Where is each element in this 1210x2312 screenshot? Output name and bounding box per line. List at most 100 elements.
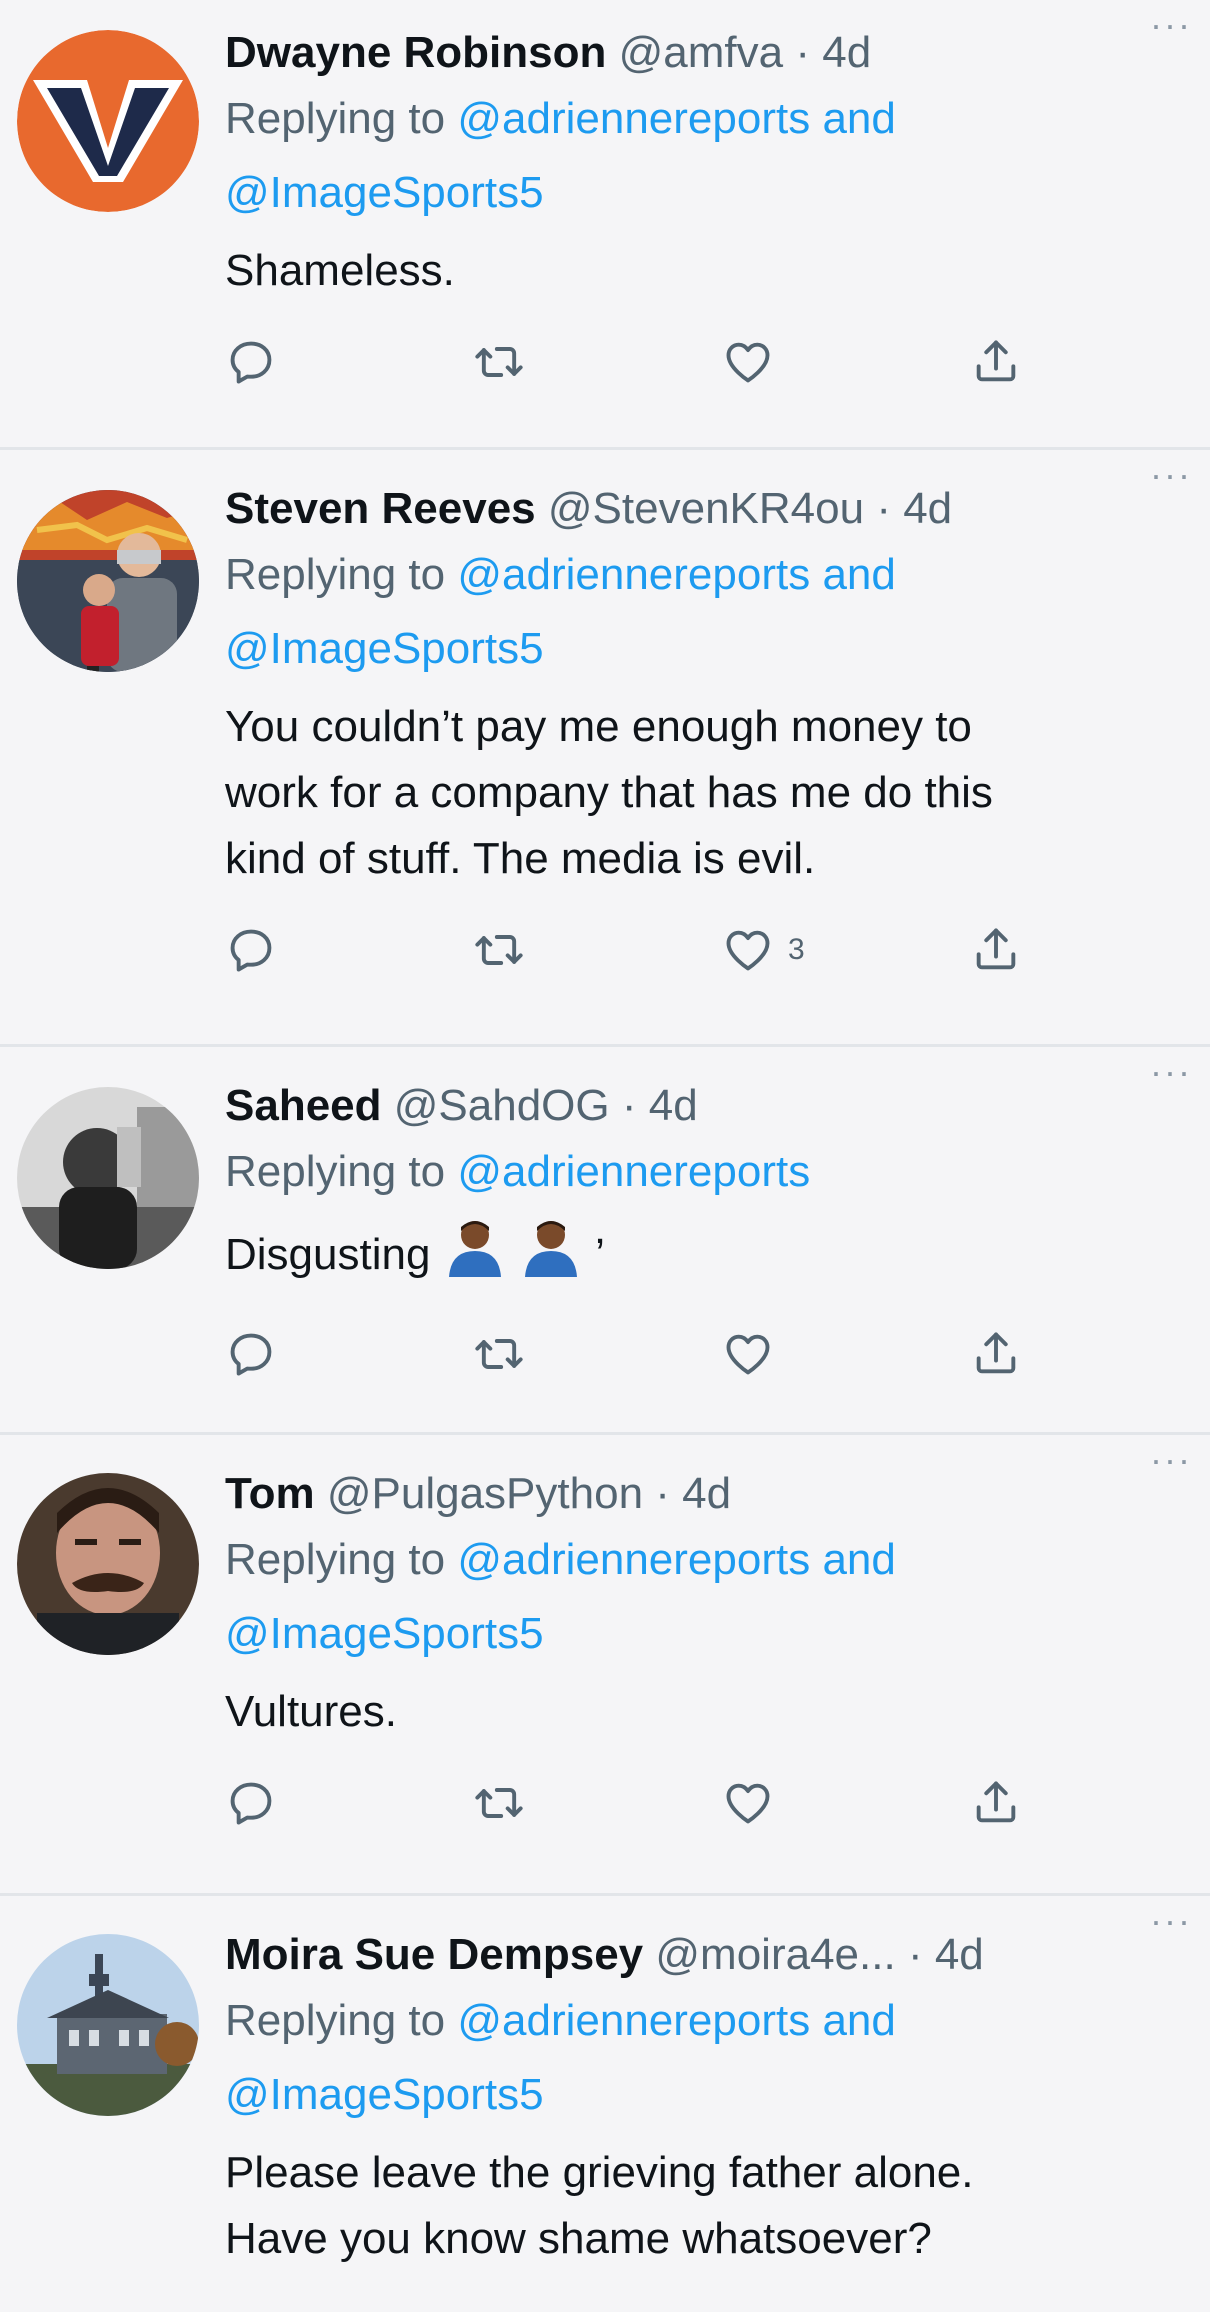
share-button[interactable] [970,920,1022,980]
display-name[interactable]: Moira Sue Dempsey [225,1930,643,1979]
tweet-text-line: work for a company that has me do this [225,768,993,817]
user-handle[interactable]: @moira4e... [655,1930,895,1979]
replying-to: Replying to @adriennereports and @ImageS… [225,1984,1170,2132]
timestamp[interactable]: 4d [682,1469,731,1518]
display-name[interactable]: Steven Reeves [225,484,536,533]
reply-icon [225,1777,277,1829]
share-icon [970,336,1022,388]
replying-prefix: Replying to [225,1147,458,1196]
separator-dot: · [876,484,891,533]
user-handle[interactable]: @amfva [619,28,783,77]
tweet-header: Dwayne Robinson @amfva · 4d [225,24,1170,82]
avatar[interactable] [17,490,199,672]
like-icon [722,924,774,976]
replying-to: Replying to @adriennereports and @ImageS… [225,1523,1170,1671]
tweet-card[interactable]: ··· Dwayne Robinson @amfva · 4d Replying… [0,0,1210,450]
user-handle[interactable]: @PulgasPython [327,1469,643,1518]
reply-icon [225,1328,277,1380]
mention-link[interactable]: @ImageSports5 [225,168,544,217]
mention-link[interactable]: @adriennereports [457,1996,810,2045]
reply-button[interactable] [225,1324,277,1384]
share-button[interactable] [970,332,1022,392]
replying-prefix: Replying to [225,1535,458,1584]
tweet-card[interactable]: ··· Saheed @SahdOG · 4d Replying to @adr… [0,1047,1210,1435]
retweet-button[interactable] [473,332,525,392]
like-button[interactable] [722,332,788,392]
tweet-card[interactable]: ··· Moira Sue Dempsey @moira4e... · 4d R… [0,1896,1210,2312]
avatar[interactable] [17,30,199,212]
tweet-actions [225,1324,1170,1394]
reply-button[interactable] [225,1773,277,1833]
tweet-text-suffix: ’ [595,1230,605,1279]
reply-icon [225,336,277,388]
person-emoji-icon [519,1217,583,1296]
replying-to: Replying to @adriennereports and @ImageS… [225,538,1170,686]
tweet-actions [225,332,1170,402]
display-name[interactable]: Dwayne Robinson [225,28,606,77]
like-button[interactable] [722,1324,788,1384]
mention-link[interactable]: @adriennereports [457,94,810,143]
retweet-icon [473,336,525,388]
user-handle[interactable]: @StevenKR4ou [548,484,864,533]
tweet-header: Saheed @SahdOG · 4d [225,1077,1170,1135]
replying-to: Replying to @adriennereports [225,1135,1170,1209]
avatar[interactable] [17,1473,199,1655]
display-name[interactable]: Saheed [225,1081,382,1130]
separator-dot: · [907,1930,923,1979]
share-button[interactable] [970,1324,1022,1384]
separator-dot: · [655,1469,670,1518]
reply-button[interactable] [225,332,277,392]
tweet-text: Disgusting ’ [225,1217,1170,1296]
tweet-header: Moira Sue Dempsey @moira4e... · 4d [225,1926,1170,1984]
retweet-button[interactable] [473,920,525,980]
mention-link[interactable]: @adriennereports [457,550,810,599]
tweet-actions: 3 [225,920,1170,990]
retweet-icon [473,1328,525,1380]
timestamp[interactable]: 4d [903,484,952,533]
tweet-actions [225,1773,1170,1843]
retweet-button[interactable] [473,1324,525,1384]
reply-feed: · · · Dwayne Robinson @amfva · 4d Replying… [0,0,1210,2312]
share-icon [970,1777,1022,1829]
tweet-text-line: Please leave the grieving father alone. [225,2148,974,2197]
mention-link[interactable]: @adriennereports [457,1535,810,1584]
like-icon [722,1777,774,1829]
tweet-card[interactable]: ··· Steven Reeves @StevenKR4ou · 4d Repl… [0,450,1210,1047]
like-icon [722,336,774,388]
retweet-icon [473,1777,525,1829]
separator-dot: · [621,1081,637,1130]
avatar[interactable] [17,1087,199,1269]
share-icon [970,924,1022,976]
avatar[interactable] [17,1934,199,2116]
retweet-button[interactable] [473,1773,525,1833]
mention-link[interactable]: @ImageSports5 [225,1609,544,1658]
tweet-card[interactable]: ··· Tom @PulgasPython · 4d Replying to @… [0,1435,1210,1896]
mention-link[interactable]: @ImageSports5 [225,624,544,673]
reply-icon [225,924,277,976]
retweet-icon [473,924,525,976]
mention-link[interactable]: @adriennereports [457,1147,810,1196]
tweet-text: Shameless. [225,246,455,295]
tweet-text: You couldn’t pay me enough money to work… [225,694,1170,892]
reply-button[interactable] [225,920,277,980]
timestamp[interactable]: 4d [822,28,871,77]
tweet-text-line: kind of stuff. The media is evil. [225,834,816,883]
tweet-text-line: Have you know shame whatsoever? [225,2214,932,2263]
replying-prefix: Replying to [225,1996,458,2045]
tweet-header: Tom @PulgasPython · 4d [225,1465,1170,1523]
share-button[interactable] [970,1773,1022,1833]
like-icon [722,1328,774,1380]
like-button[interactable]: 3 [722,920,805,980]
tweet-text-line: You couldn’t pay me enough money to [225,702,972,751]
tweet-text: Vultures. [225,1687,398,1736]
mention-link[interactable]: @ImageSports5 [225,2070,544,2119]
like-button[interactable] [722,1773,788,1833]
tweet-text-main: Disgusting [225,1230,431,1279]
timestamp[interactable]: 4d [649,1081,698,1130]
and-text: and [810,94,896,143]
replying-to: Replying to @adriennereports and @ImageS… [225,82,1170,230]
user-handle[interactable]: @SahdOG [394,1081,610,1130]
and-text: and [810,1535,896,1584]
timestamp[interactable]: 4d [935,1930,984,1979]
display-name[interactable]: Tom [225,1469,315,1518]
